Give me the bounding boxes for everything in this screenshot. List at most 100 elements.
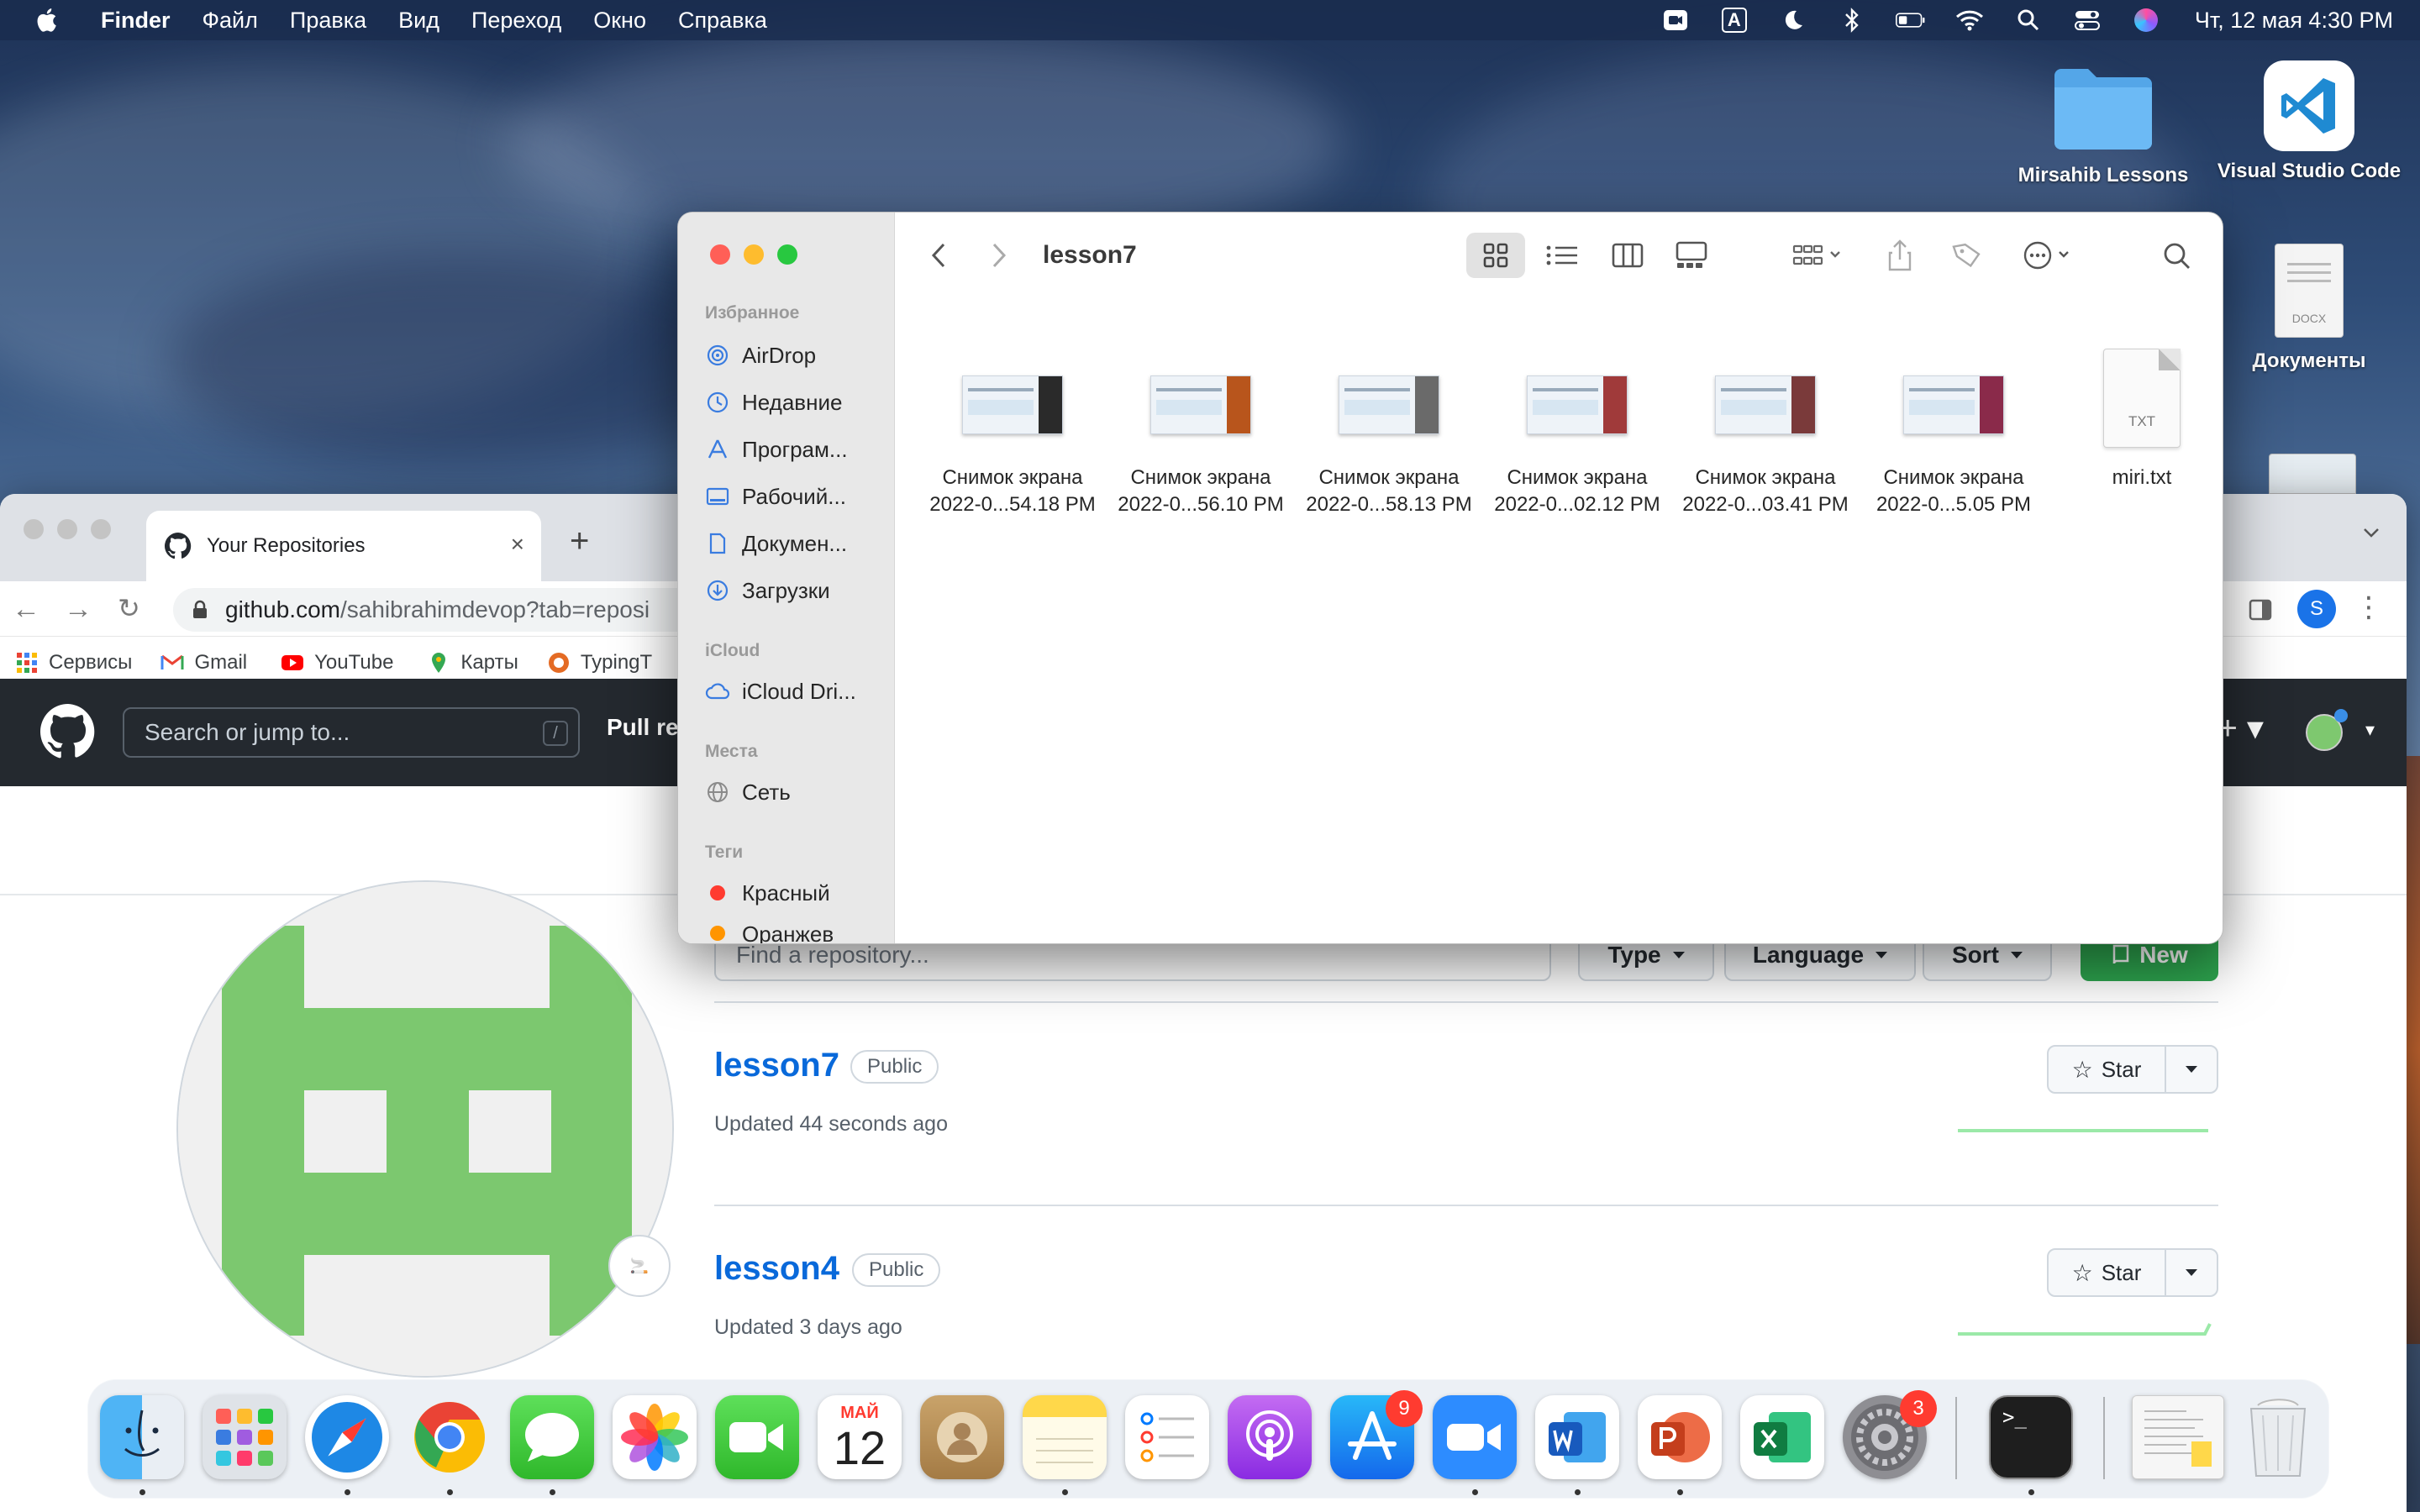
window-minimize-button[interactable]: [57, 519, 77, 539]
repo-name-link[interactable]: lesson7: [714, 1047, 839, 1084]
repo-star-button[interactable]: ☆ Star: [2047, 1248, 2218, 1297]
sidebar-tag-orange[interactable]: Оранжев: [705, 921, 881, 943]
tab-your-repositories[interactable]: Your Repositories ×: [146, 511, 541, 581]
sidebar-item-downloads[interactable]: Загрузки: [705, 574, 881, 607]
nav-pull-requests[interactable]: Pull re: [607, 714, 679, 741]
sidebar-item-recents[interactable]: Недавние: [705, 386, 881, 419]
menu-window[interactable]: Окно: [593, 8, 646, 34]
desktop-icon-documents[interactable]: DOCX Документы: [2232, 244, 2386, 373]
github-logo-icon[interactable]: [40, 704, 96, 759]
bookmark-maps[interactable]: Карты: [427, 651, 518, 675]
file-item[interactable]: Снимок экрана 2022-0...58.13 PM: [1297, 339, 1481, 518]
spotlight-search-icon[interactable]: [2013, 5, 2044, 35]
back-chevron-icon[interactable]: [929, 238, 949, 273]
dock-chrome[interactable]: [408, 1395, 492, 1479]
back-arrow-icon[interactable]: ←: [12, 595, 40, 623]
finder-search-icon[interactable]: [2162, 238, 2192, 273]
dock-launchpad[interactable]: [203, 1395, 287, 1479]
control-center-icon[interactable]: [2072, 5, 2102, 35]
dock-preview-document[interactable]: [2132, 1395, 2224, 1479]
file-item[interactable]: Снимок экрана 2022-0...03.41 PM: [1673, 339, 1858, 518]
desktop-icon-mirsahib-lessons[interactable]: Mirsahib Lessons: [2015, 60, 2191, 187]
file-item[interactable]: Снимок экрана 2022-0...02.12 PM: [1485, 339, 1670, 518]
dock-podcasts[interactable]: [1228, 1395, 1312, 1479]
repo-name-link[interactable]: lesson4: [714, 1250, 839, 1288]
dock-reminders[interactable]: [1125, 1395, 1209, 1479]
siri-icon[interactable]: [2131, 5, 2161, 35]
profile-avatar[interactable]: S: [2297, 590, 2336, 628]
menubar-clock[interactable]: Чт, 12 мая 4:30 PM: [2195, 8, 2393, 34]
file-item[interactable]: Снимок экрана 2022-0...56.10 PM: [1108, 339, 1293, 518]
menu-file[interactable]: Файл: [203, 8, 258, 34]
star-list-dropdown[interactable]: [2166, 1047, 2217, 1092]
browser-menu-icon[interactable]: ⋮: [2354, 593, 2383, 622]
sidebar-item-applications[interactable]: Програм...: [705, 433, 881, 466]
column-view-icon[interactable]: [1611, 238, 1644, 273]
wifi-icon[interactable]: [1954, 5, 1985, 35]
dock-system-preferences[interactable]: 3: [1843, 1390, 1937, 1479]
create-new-menu-icon[interactable]: + ▾: [2217, 709, 2264, 748]
desktop-map-thumbnail[interactable]: [2269, 454, 2356, 494]
sidebar-tag-red[interactable]: Красный: [705, 876, 881, 910]
avatar-caret-icon[interactable]: ▾: [2365, 719, 2375, 741]
repo-star-button[interactable]: ☆ Star: [2047, 1045, 2218, 1094]
bookmark-services[interactable]: Сервисы: [15, 651, 132, 675]
sidebar-item-network[interactable]: Сеть: [705, 775, 881, 809]
desktop-icon-visual-studio-code[interactable]: Visual Studio Code: [2208, 60, 2410, 183]
reload-icon[interactable]: ↻: [118, 595, 140, 622]
dock-excel[interactable]: [1740, 1395, 1824, 1479]
finder-zoom-button[interactable]: [777, 244, 797, 265]
finder-close-button[interactable]: [710, 244, 730, 265]
input-source-icon[interactable]: A: [1719, 5, 1749, 35]
menu-go[interactable]: Переход: [471, 8, 561, 34]
new-tab-button[interactable]: +: [570, 524, 589, 558]
dock-trash[interactable]: [2236, 1395, 2320, 1479]
sidebar-item-airdrop[interactable]: AirDrop: [705, 339, 881, 372]
menu-app-name[interactable]: Finder: [101, 8, 171, 34]
github-search-input[interactable]: Search or jump to... /: [123, 707, 580, 758]
dock-zoom[interactable]: [1433, 1395, 1517, 1479]
tag-icon[interactable]: [1950, 238, 1984, 273]
sidebar-item-desktop[interactable]: Рабочий...: [705, 480, 881, 513]
window-close-button[interactable]: [24, 519, 44, 539]
file-item[interactable]: Снимок экрана 2022-0...54.18 PM: [920, 339, 1105, 518]
battery-icon[interactable]: [1895, 5, 1926, 35]
dock-finder[interactable]: [100, 1395, 184, 1479]
bookmark-gmail[interactable]: Gmail: [160, 651, 247, 675]
dock-contacts[interactable]: [920, 1395, 1004, 1479]
list-view-icon[interactable]: [1544, 238, 1581, 273]
dock-messages[interactable]: [510, 1395, 594, 1479]
sidebar-item-icloud-drive[interactable]: iCloud Dri...: [705, 675, 881, 708]
finder-minimize-button[interactable]: [744, 244, 764, 265]
gallery-view-icon[interactable]: [1673, 238, 1710, 273]
bookmark-youtube[interactable]: YouTube: [281, 651, 393, 675]
file-item[interactable]: Снимок экрана 2022-0...5.05 PM: [1861, 339, 2046, 518]
sidebar-item-documents[interactable]: Докумен...: [705, 527, 881, 560]
dock-terminal[interactable]: >_: [1989, 1395, 2073, 1479]
screen-record-icon[interactable]: [1660, 5, 1691, 35]
star-list-dropdown[interactable]: [2166, 1250, 2217, 1295]
apple-menu-icon[interactable]: [34, 6, 62, 34]
sidebar-toggle-icon[interactable]: [2249, 598, 2272, 622]
share-icon[interactable]: [1886, 238, 1913, 273]
dock-app-store[interactable]: 9: [1330, 1390, 1423, 1479]
dock-calendar[interactable]: МАЙ 12: [818, 1395, 902, 1479]
bluetooth-icon[interactable]: [1837, 5, 1867, 35]
tab-search-chevron-icon[interactable]: [2361, 522, 2381, 543]
menu-edit[interactable]: Правка: [290, 8, 366, 34]
dock-word[interactable]: [1535, 1395, 1619, 1479]
forward-chevron-icon[interactable]: [989, 238, 1009, 273]
focus-moon-icon[interactable]: [1778, 5, 1808, 35]
dock-photos[interactable]: [613, 1395, 697, 1479]
group-by-icon[interactable]: [1791, 238, 1844, 273]
window-zoom-button[interactable]: [91, 519, 111, 539]
dock-facetime[interactable]: [715, 1395, 799, 1479]
tab-close-icon[interactable]: ×: [511, 531, 524, 558]
forward-arrow-icon[interactable]: →: [64, 595, 92, 623]
more-actions-icon[interactable]: [2023, 238, 2073, 273]
dock-powerpoint[interactable]: [1638, 1395, 1722, 1479]
dock-notes[interactable]: [1023, 1395, 1107, 1479]
dock-safari[interactable]: [305, 1395, 389, 1479]
profile-avatar-image[interactable]: [176, 880, 674, 1378]
menu-help[interactable]: Справка: [678, 8, 767, 34]
